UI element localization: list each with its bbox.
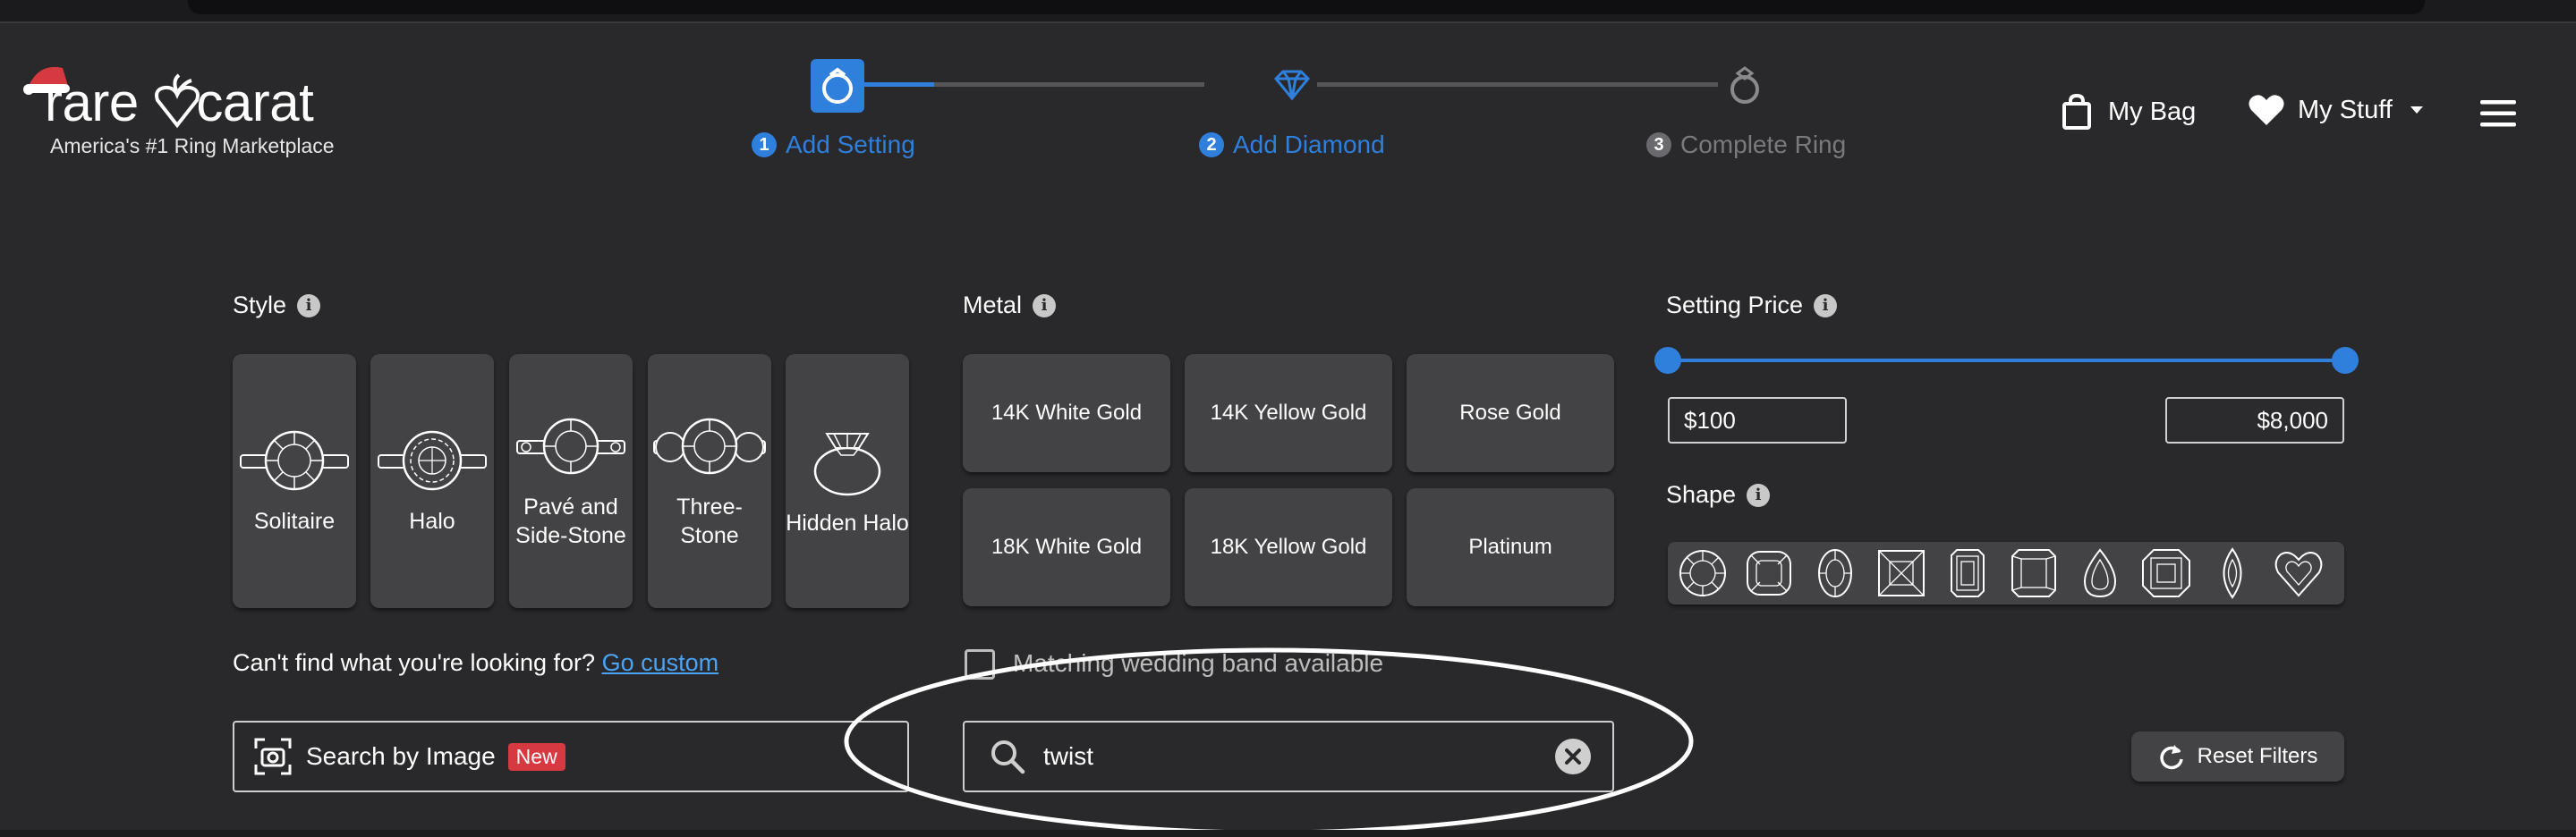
my-bag-label: My Bag [2108, 97, 2197, 126]
step-3-label: Complete Ring [1680, 131, 1847, 158]
metal-option-label: 18K Yellow Gold [1210, 535, 1367, 559]
cushion-icon[interactable] [1743, 547, 1795, 599]
asscher-icon[interactable] [2140, 547, 2192, 599]
halo-ring-icon [378, 430, 487, 491]
price-title-text: Setting Price [1666, 292, 1804, 318]
step-2-label: Add Diamond [1233, 131, 1385, 158]
style-info-icon[interactable]: i [297, 293, 321, 317]
chevron-down-icon [2410, 106, 2423, 114]
diamond-icon[interactable] [1272, 70, 1312, 100]
tagline: America's #1 Ring Marketplace [50, 134, 335, 157]
step-3-number: 3 [1646, 132, 1671, 157]
style-three-stone-label: Three-Stone [676, 495, 743, 548]
metal-18k-yellow-gold[interactable]: 18K Yellow Gold [1185, 488, 1392, 606]
pear-icon[interactable] [2074, 547, 2126, 599]
style-pave-side-stone[interactable]: Pavé and Side-Stone [509, 354, 633, 608]
radiant-icon[interactable] [2008, 547, 2060, 599]
bottom-bar [0, 830, 2576, 837]
price-max-value: $8,000 [2257, 406, 2328, 434]
round-icon[interactable] [1677, 547, 1729, 599]
step-1-number: 1 [752, 132, 777, 157]
metal-option-label: 18K White Gold [990, 535, 1143, 559]
address-bar[interactable] [188, 0, 2425, 14]
reset-filters-label: Reset Filters [2197, 744, 2318, 768]
my-stuff-button[interactable]: My Stuff [2248, 93, 2425, 127]
browser-top-bar [0, 0, 2576, 23]
shape-title-text: Shape [1666, 481, 1737, 508]
hidden-halo-ring-icon [813, 433, 881, 496]
metal-option-label: 14K Yellow Gold [1210, 401, 1367, 425]
shape-info-icon[interactable]: i [1747, 483, 1771, 507]
metal-18k-white-gold[interactable]: 18K White Gold [963, 488, 1170, 606]
style-solitaire-label: Solitaire [253, 509, 336, 534]
solitaire-ring-icon [240, 430, 349, 491]
step-1-label: Add Setting [786, 131, 915, 158]
oval-icon[interactable] [1809, 547, 1861, 599]
step-3[interactable]: 3 Complete Ring [1646, 131, 1846, 159]
search-by-image-button[interactable]: Search by Image New [233, 721, 909, 792]
metal-title: Metal i [963, 292, 1057, 319]
style-pave-label: Pavé and Side-Stone [515, 495, 626, 548]
shape-title: Shape i [1666, 481, 1771, 509]
ring-icon [822, 67, 853, 104]
metal-14k-yellow-gold[interactable]: 14K Yellow Gold [1185, 354, 1392, 472]
logo[interactable]: rare carat America's #1 Ring Marketplace [23, 63, 349, 170]
step-2[interactable]: 2 Add Diamond [1199, 131, 1385, 159]
heart-shape-icon[interactable] [2273, 547, 2325, 599]
reset-filters-button[interactable]: Reset Filters [2131, 731, 2344, 782]
my-stuff-label: My Stuff [2298, 95, 2393, 124]
price-min-input[interactable]: $100 [1668, 397, 1847, 444]
style-hidden-halo[interactable]: Hidden Halo [786, 354, 909, 608]
metal-title-text: Metal [963, 292, 1023, 318]
princess-icon[interactable] [1875, 547, 1927, 599]
style-halo[interactable]: Halo [370, 354, 494, 608]
style-three-stone[interactable]: Three-Stone [648, 354, 771, 608]
style-title-text: Style [233, 292, 287, 318]
metal-info-icon[interactable]: i [1033, 293, 1057, 317]
style-hidden-halo-label: Hidden Halo [786, 511, 909, 536]
marquise-icon[interactable] [2206, 547, 2258, 599]
heart-icon [2249, 95, 2284, 125]
price-slider-track[interactable] [1668, 359, 2344, 362]
price-slider-min-handle[interactable] [1654, 347, 1681, 374]
step-setting-icon-box[interactable] [811, 59, 864, 113]
style-solitaire[interactable]: Solitaire [233, 354, 356, 608]
metal-option-label: 14K White Gold [990, 401, 1143, 425]
emerald-icon[interactable] [1942, 547, 1994, 599]
step-line-2 [1317, 82, 1718, 87]
price-max-input[interactable]: $8,000 [2165, 397, 2344, 444]
camera-icon [254, 738, 292, 775]
step-progress [864, 82, 934, 87]
step-2-number: 2 [1199, 132, 1224, 157]
three-stone-ring-icon [653, 418, 766, 475]
search-by-image-label: Search by Image [306, 742, 496, 770]
bag-icon [2062, 93, 2091, 130]
metal-option-label: Platinum [1468, 535, 1552, 559]
price-title: Setting Price i [1666, 292, 1838, 319]
metal-platinum[interactable]: Platinum [1407, 488, 1614, 606]
new-badge: New [507, 742, 565, 771]
reset-icon [2160, 745, 2183, 770]
price-info-icon[interactable]: i [1814, 293, 1838, 317]
cant-find-text: Can't find what you're looking for? Go c… [233, 649, 718, 677]
cant-find-label: Can't find what you're looking for? [233, 649, 596, 676]
price-slider-max-handle[interactable] [2332, 347, 2359, 374]
go-custom-link[interactable]: Go custom [602, 649, 719, 676]
shape-selector [1668, 542, 2344, 604]
metal-option-label: Rose Gold [1459, 401, 1561, 425]
my-bag-button[interactable]: My Bag [2062, 93, 2196, 131]
hamburger-menu-icon[interactable] [2480, 100, 2516, 127]
pave-ring-icon [516, 418, 625, 475]
style-title: Style i [233, 292, 321, 319]
style-halo-label: Halo [409, 509, 455, 534]
annotation-ellipse [844, 647, 1694, 835]
metal-rose-gold[interactable]: Rose Gold [1407, 354, 1614, 472]
carrot-heart-icon [155, 73, 200, 129]
price-min-value: $100 [1684, 406, 1736, 434]
complete-ring-icon[interactable] [1725, 64, 1764, 106]
metal-14k-white-gold[interactable]: 14K White Gold [963, 354, 1170, 472]
step-1[interactable]: 1 Add Setting [752, 131, 915, 159]
